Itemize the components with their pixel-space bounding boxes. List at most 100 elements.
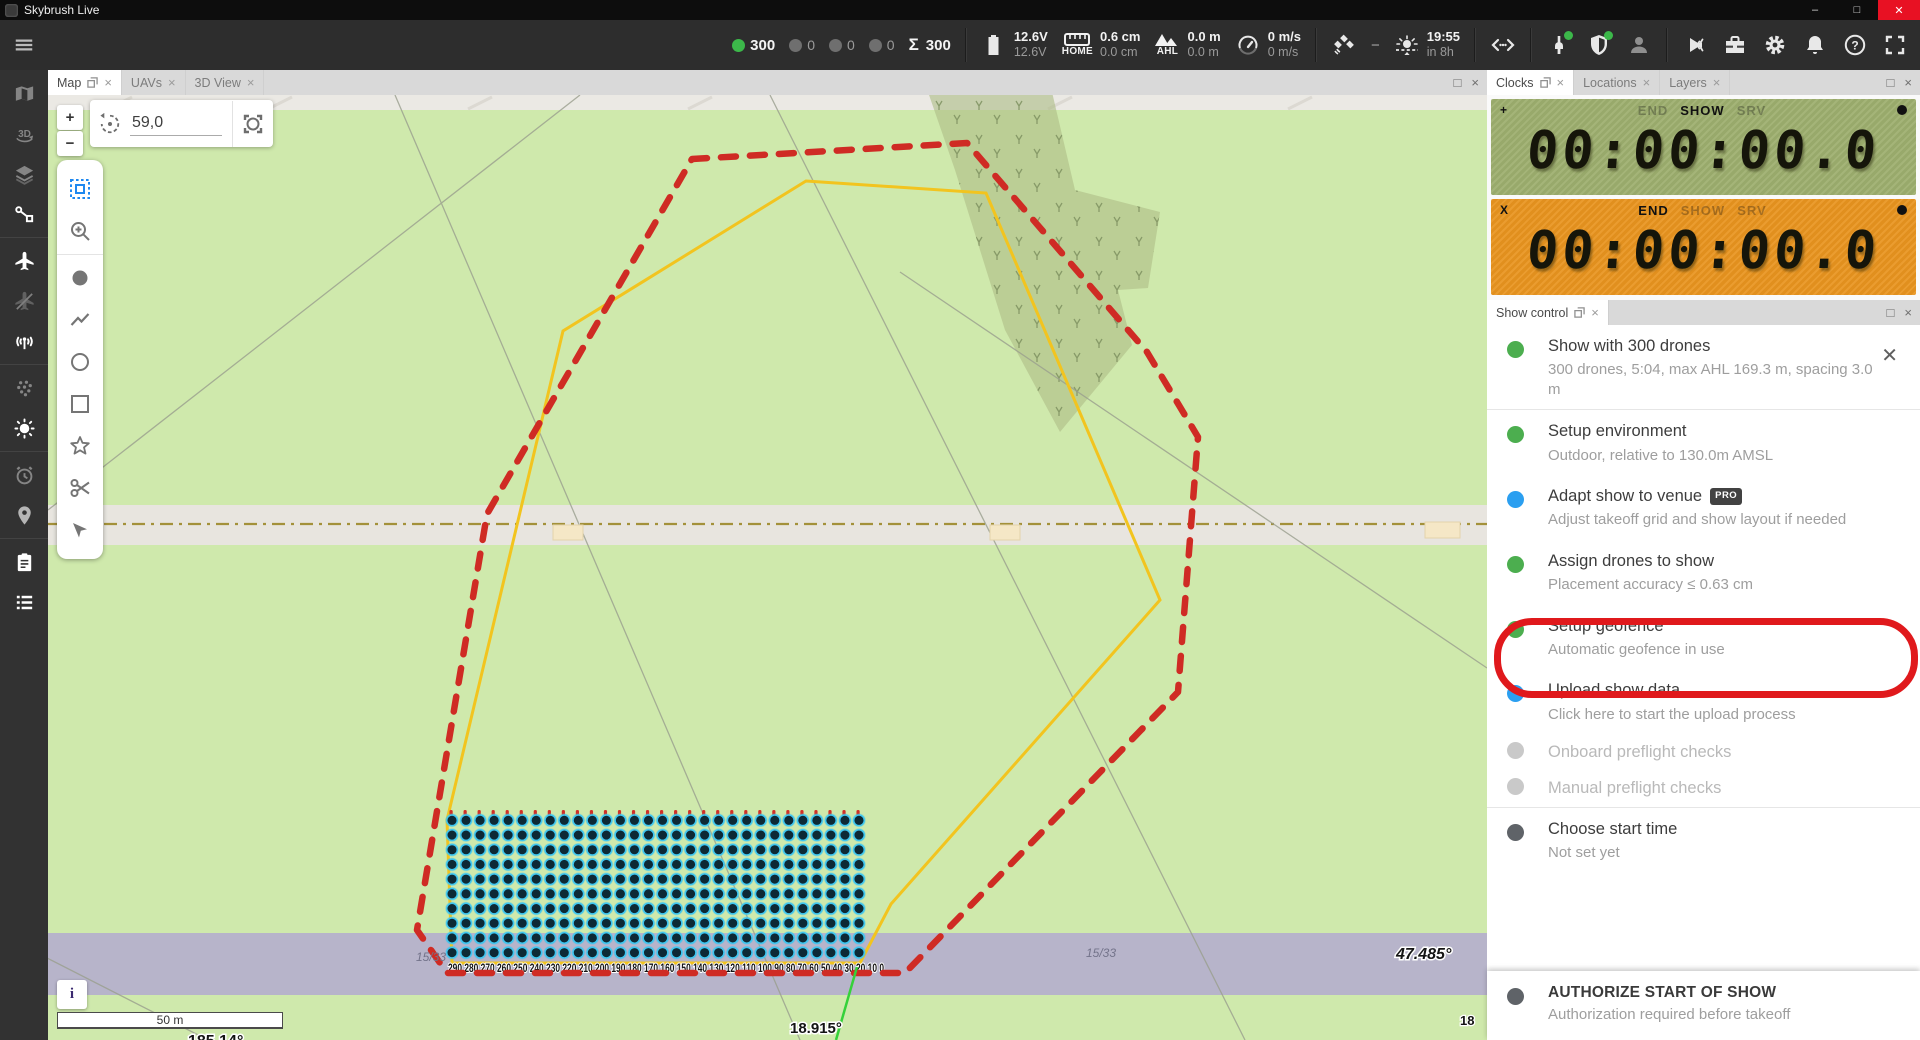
tab-3d-view[interactable]: 3D View ×	[186, 70, 265, 95]
tab-clocks[interactable]: Clocks ×	[1487, 70, 1574, 95]
zoom-in-button[interactable]: +	[57, 105, 83, 130]
show-control-step[interactable]: Onboard preflight checks	[1487, 734, 1920, 770]
show-control-step[interactable]: Setup geofenceAutomatic geofence in use	[1487, 605, 1920, 670]
sidebar-item-light-control[interactable]	[0, 408, 48, 448]
popout-icon[interactable]	[1540, 77, 1551, 88]
close-icon[interactable]: ×	[247, 76, 255, 89]
satellite-icon[interactable]	[1331, 32, 1357, 58]
close-icon[interactable]: ×	[168, 76, 176, 89]
minimize-button[interactable]: –	[1794, 0, 1836, 20]
zoom-out-button[interactable]: −	[57, 131, 83, 156]
sidebar-item-show-control[interactable]	[0, 538, 48, 582]
close-button[interactable]: ✕	[1878, 0, 1920, 20]
draw-rectangle-tool[interactable]	[57, 383, 103, 425]
show-control-step[interactable]: Adapt show to venuePROAdjust takeoff gri…	[1487, 475, 1920, 540]
draw-path-tool[interactable]	[57, 299, 103, 341]
show-control-step[interactable]: Setup environmentOutdoor, relative to 13…	[1487, 410, 1920, 475]
drone-count-error: 0	[829, 37, 855, 53]
tab-map[interactable]: Map ×	[48, 70, 122, 95]
popout-icon[interactable]	[1574, 307, 1585, 318]
select-tool[interactable]	[57, 168, 103, 210]
menu-button[interactable]	[11, 32, 37, 58]
sidebar-item-alarm-clock[interactable]	[0, 451, 48, 495]
scale-bar: 50 m	[57, 1012, 283, 1029]
show-control-step[interactable]: Upload show dataClick here to start the …	[1487, 669, 1920, 734]
tab-uavs[interactable]: UAVs ×	[122, 70, 186, 95]
popout-icon[interactable]	[87, 77, 98, 88]
sunset-status[interactable]: 19:55in 8h	[1394, 30, 1460, 59]
runway-label-right: 15/33	[1086, 946, 1116, 960]
draw-circle-tool[interactable]	[57, 341, 103, 383]
status-dot	[1507, 426, 1524, 443]
light-control-icon	[13, 417, 36, 440]
drone-count-total: Σ 300	[909, 35, 951, 55]
tab-show-control[interactable]: Show control ×	[1487, 300, 1609, 325]
close-icon[interactable]: ×	[1643, 76, 1651, 89]
reset-rotation-icon[interactable]	[90, 113, 130, 135]
safety-shield-icon[interactable]	[1586, 32, 1612, 58]
show-control-tabbar: Show control × □ ×	[1487, 300, 1920, 325]
user-account-icon[interactable]	[1626, 32, 1652, 58]
zoom-tool[interactable]	[57, 210, 103, 252]
maximize-panel-icon[interactable]: □	[1454, 75, 1462, 90]
edit-feature-tool[interactable]	[57, 509, 103, 551]
draw-polygon-star-tool[interactable]	[57, 425, 103, 467]
maximize-panel-icon[interactable]: □	[1887, 75, 1895, 90]
sidebar-item-log[interactable]	[0, 582, 48, 622]
altitude-status: AHL 0.0 m0.0 m	[1154, 30, 1220, 59]
close-panel-icon[interactable]: ×	[1904, 75, 1912, 90]
map-canvas[interactable]: 290 280 270 260 250 240 230 220 210 200 …	[48, 95, 1487, 1040]
maximize-button[interactable]: □	[1836, 0, 1878, 20]
sidebar-item-layers[interactable]	[0, 154, 48, 194]
log-icon	[13, 591, 36, 614]
status-dot	[1507, 491, 1524, 508]
sidebar-item-field-notes[interactable]	[0, 281, 48, 321]
authorize-start-row[interactable]: AUTHORIZE START OF SHOW Authorization re…	[1487, 971, 1920, 1040]
clock-id: X	[1500, 203, 1508, 217]
server-connection-icon[interactable]	[1546, 32, 1572, 58]
sidebar-item-swarm[interactable]	[0, 364, 48, 408]
notifications-bell-icon[interactable]	[1802, 32, 1828, 58]
close-panel-icon[interactable]: ×	[1471, 75, 1479, 90]
status-dot	[1507, 556, 1524, 573]
rotation-input[interactable]: 59,0	[130, 112, 222, 136]
map-info-button[interactable]: i	[57, 980, 87, 1009]
close-icon[interactable]: ×	[104, 76, 112, 89]
draw-point-tool[interactable]	[57, 257, 103, 299]
show-control-step[interactable]: Choose start timeNot set yet	[1487, 808, 1920, 873]
show-control-step[interactable]: Manual preflight checks	[1487, 770, 1920, 806]
sidebar-item-uavs[interactable]	[0, 237, 48, 281]
dismiss-step-icon[interactable]: ✕	[1881, 335, 1906, 368]
close-icon[interactable]: ×	[1713, 76, 1721, 89]
runway-label-left: 15/33	[416, 950, 446, 964]
battery-icon	[981, 32, 1007, 58]
end-clock-time: 00:00:00.0	[1488, 218, 1919, 284]
help-icon[interactable]: ?	[1842, 32, 1868, 58]
cut-hole-tool[interactable]	[57, 467, 103, 509]
window-title: Skybrush Live	[24, 3, 99, 17]
maximize-panel-icon[interactable]: □	[1887, 305, 1895, 320]
status-dot-gray	[829, 39, 842, 52]
main-toolbar: 300 0 0 0 Σ 300 12.	[0, 20, 1920, 70]
sidebar-item-view-3d[interactable]: 3D	[0, 114, 48, 154]
show-control-step[interactable]: Show with 300 drones300 drones, 5:04, ma…	[1487, 325, 1920, 409]
tab-layers[interactable]: Layers ×	[1660, 70, 1730, 95]
sidebar-item-features[interactable]	[0, 194, 48, 234]
sidebar-item-map[interactable]	[0, 74, 48, 114]
sidebar-item-rtk-antenna[interactable]	[0, 321, 48, 361]
step-title: Choose start time	[1548, 818, 1906, 840]
speed-status: 0 m/s0 m/s	[1235, 30, 1301, 59]
show-control-step[interactable]: Assign drones to showPlacement accuracy …	[1487, 540, 1920, 605]
fullscreen-icon[interactable]	[1882, 32, 1908, 58]
broadcast-icon[interactable]	[1682, 32, 1708, 58]
settings-gear-icon[interactable]	[1762, 32, 1788, 58]
close-icon[interactable]: ×	[1591, 306, 1599, 319]
code-console-icon[interactable]	[1490, 32, 1516, 58]
toolbox-icon[interactable]	[1722, 32, 1748, 58]
close-panel-icon[interactable]: ×	[1904, 305, 1912, 320]
close-icon[interactable]: ×	[1557, 76, 1565, 89]
tab-locations[interactable]: Locations ×	[1574, 70, 1660, 95]
fit-all-drones-icon[interactable]	[233, 112, 273, 136]
coord-label-bottom: 18.915°	[790, 1020, 842, 1037]
sidebar-item-location-pin[interactable]	[0, 495, 48, 535]
